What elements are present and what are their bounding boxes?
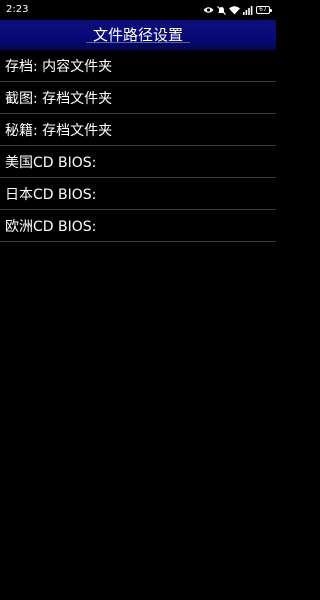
setting-eu-cd-bios[interactable]: 欧洲CD BIOS: xyxy=(0,210,276,242)
status-bar: 2:23 67 xyxy=(0,0,276,20)
status-time: 2:23 xyxy=(6,4,29,15)
setting-label: 截图: 存档文件夹 xyxy=(5,90,113,107)
battery-level: 67 xyxy=(259,6,267,13)
setting-screenshot-path[interactable]: 截图: 存档文件夹 xyxy=(0,82,276,114)
setting-label: 存档: 内容文件夹 xyxy=(5,58,113,75)
setting-us-cd-bios[interactable]: 美国CD BIOS: xyxy=(0,146,276,178)
setting-label: 秘籍: 存档文件夹 xyxy=(5,122,113,139)
setting-label: 日本CD BIOS: xyxy=(5,186,97,203)
title-bar: 文件路径设置 xyxy=(0,20,276,50)
setting-label: 欧洲CD BIOS: xyxy=(5,218,97,235)
settings-list: 存档: 内容文件夹 截图: 存档文件夹 秘籍: 存档文件夹 美国CD BIOS:… xyxy=(0,50,276,242)
setting-jp-cd-bios[interactable]: 日本CD BIOS: xyxy=(0,178,276,210)
setting-save-path[interactable]: 存档: 内容文件夹 xyxy=(0,50,276,82)
eye-icon xyxy=(203,7,214,13)
wifi-icon xyxy=(229,5,240,14)
status-icons: 67 xyxy=(203,5,272,15)
page-title: 文件路径设置 xyxy=(92,26,183,44)
mute-icon xyxy=(217,5,226,15)
setting-label: 美国CD BIOS: xyxy=(5,154,97,171)
setting-cheat-path[interactable]: 秘籍: 存档文件夹 xyxy=(0,114,276,146)
battery-icon: 67 xyxy=(256,6,272,14)
signal-icon xyxy=(243,5,253,15)
